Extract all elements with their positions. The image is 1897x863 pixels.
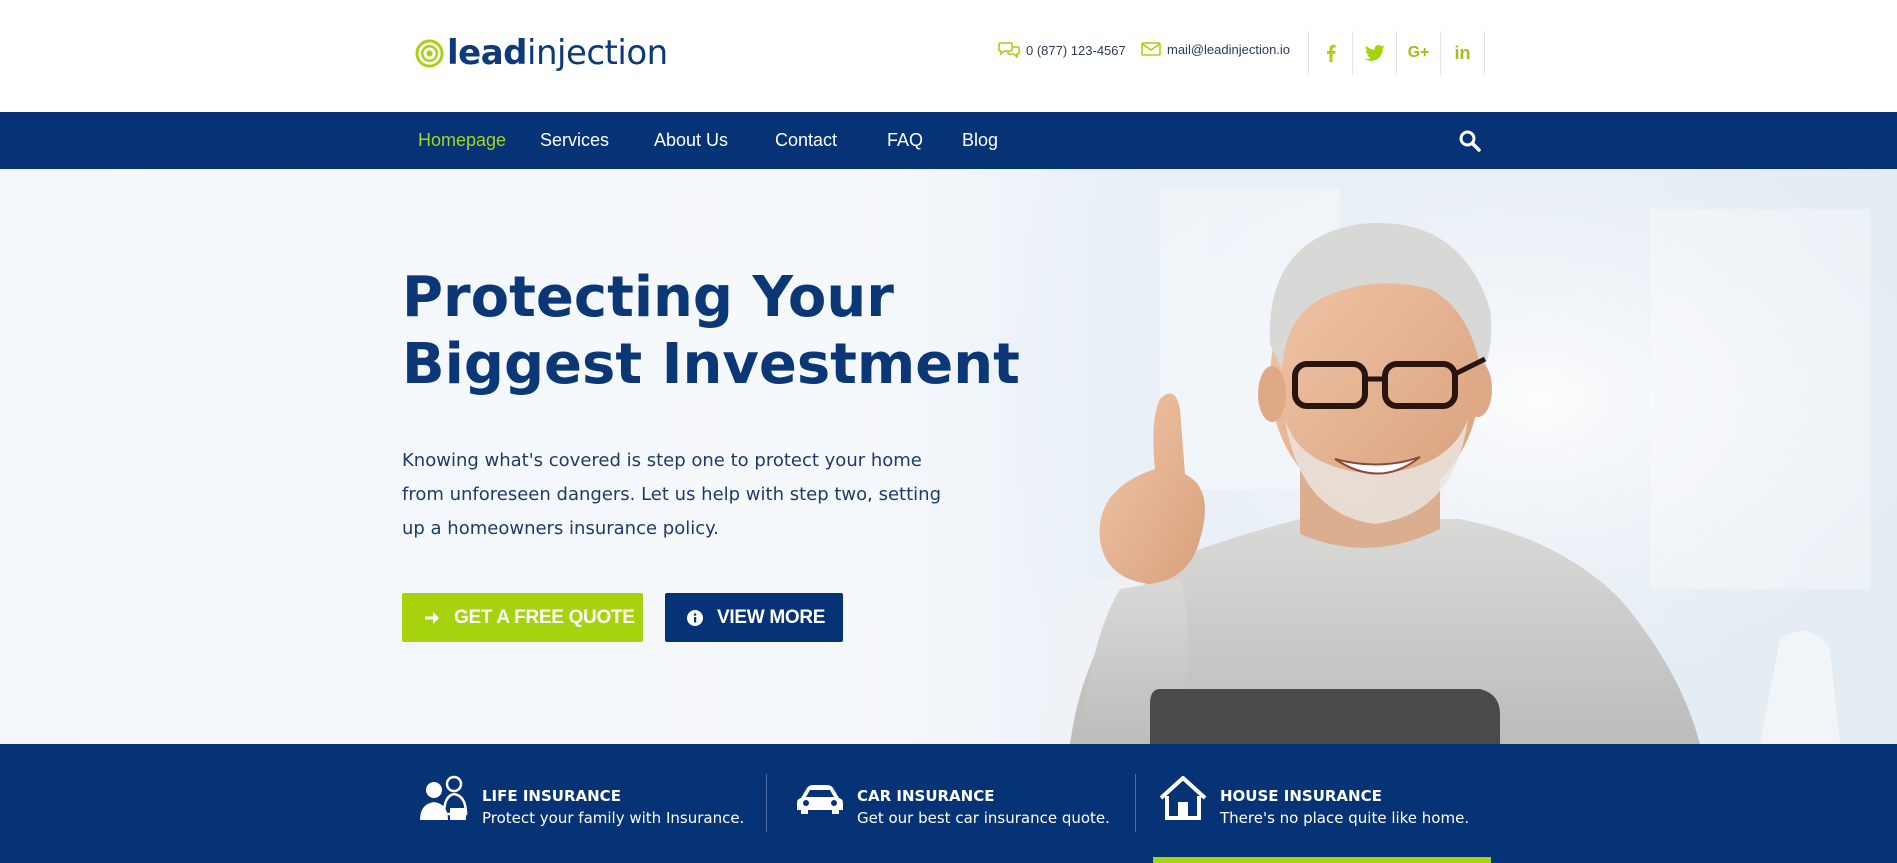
contact-phone[interactable]: 0 (877) 123-4567 [998, 41, 1126, 59]
main-navigation: Homepage Services About Us Contact FAQ B… [0, 112, 1897, 169]
life-insurance-title: LIFE INSURANCE [482, 787, 621, 805]
social-links: G+ in [1308, 31, 1485, 75]
house-insurance-link[interactable]: HOUSE INSURANCE There's no place quite l… [1158, 774, 1469, 834]
top-bar: leadinjection 0 (877) 123-4567 mail@lead… [0, 0, 1897, 112]
twitter-icon[interactable] [1353, 31, 1397, 75]
chat-icon [998, 42, 1020, 59]
hero-title: Protecting Your Biggest Investment [402, 265, 1020, 397]
divider [1135, 774, 1136, 832]
nav-item-homepage[interactable]: Homepage [418, 112, 506, 169]
phone-number: 0 (877) 123-4567 [1026, 42, 1126, 58]
hero-section: Protecting Your Biggest Investment Knowi… [0, 169, 1897, 744]
hero-description: Knowing what's covered is step one to pr… [402, 450, 942, 539]
facebook-icon[interactable] [1309, 31, 1353, 75]
house-icon [1159, 776, 1207, 820]
google-plus-icon[interactable]: G+ [1397, 31, 1441, 75]
view-more-button[interactable]: VIEW MORE [665, 593, 843, 642]
get-free-quote-button[interactable]: GET A FREE QUOTE [402, 593, 643, 642]
family-icon [420, 775, 468, 820]
life-insurance-subtitle: Protect your family with Insurance. [482, 809, 745, 827]
contact-email[interactable]: mail@leadinjection.io [1141, 41, 1290, 57]
nav-item-about-us[interactable]: About Us [654, 112, 728, 169]
linkedin-icon[interactable]: in [1441, 31, 1485, 75]
car-insurance-subtitle: Get our best car insurance quote. [857, 809, 1110, 827]
house-insurance-title: HOUSE INSURANCE [1220, 787, 1382, 805]
divider [766, 774, 767, 832]
car-insurance-title: CAR INSURANCE [857, 787, 995, 805]
site-logo[interactable]: leadinjection [415, 30, 668, 76]
search-icon[interactable] [1457, 128, 1483, 154]
nav-item-faq[interactable]: FAQ [887, 112, 923, 169]
nav-item-contact[interactable]: Contact [775, 112, 837, 169]
hero-photo-man-thumbs-up [1000, 169, 1897, 744]
envelope-icon [1141, 42, 1161, 56]
life-insurance-link[interactable]: LIFE INSURANCE Protect your family with … [420, 774, 744, 834]
info-icon [687, 609, 703, 626]
nav-item-services[interactable]: Services [540, 112, 609, 169]
insurance-strip: LIFE INSURANCE Protect your family with … [0, 744, 1897, 863]
email-address: mail@leadinjection.io [1167, 41, 1291, 57]
car-insurance-link[interactable]: CAR INSURANCE Get our best car insurance… [795, 774, 1110, 834]
arrow-right-icon [425, 611, 439, 624]
nav-item-blog[interactable]: Blog [962, 112, 998, 169]
active-tab-indicator [1153, 857, 1491, 863]
house-insurance-subtitle: There's no place quite like home. [1220, 809, 1470, 827]
car-icon [797, 785, 843, 814]
logo-wordmark: leadinjection [447, 33, 668, 73]
logo-target-icon [415, 38, 444, 68]
